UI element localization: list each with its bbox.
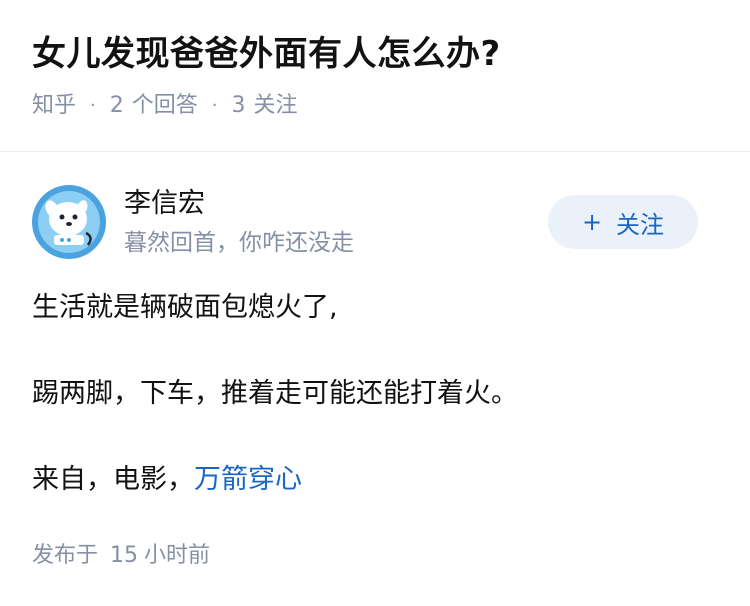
follow-button-label: 关注 xyxy=(616,210,665,239)
answers-count: 2 xyxy=(109,93,124,118)
published-label: 发布于 xyxy=(32,543,99,568)
question-meta: 知乎 · 2 个回答 · 3 关注 xyxy=(32,90,718,122)
author-name[interactable]: 李信宏 xyxy=(124,187,205,221)
content-paragraph: 来自，电影，万箭穿心 xyxy=(32,458,722,502)
source-prefix: 来自，电影， xyxy=(32,464,194,495)
follows-count: 3 xyxy=(231,93,246,118)
plus-icon: + xyxy=(581,208,603,236)
time-unit: 小时前 xyxy=(144,543,211,568)
meta-separator: · xyxy=(90,95,96,116)
publish-time: 发布于 15 小时前 xyxy=(32,540,210,572)
answer-content: 生活就是辆破面包熄火了, 踢两脚，下车，推着走可能还能打着火。 来自，电影，万箭… xyxy=(32,286,722,502)
source-label[interactable]: 知乎 xyxy=(32,90,76,122)
question-header: 女儿发现爸爸外面有人怎么办? 知乎 · 2 个回答 · 3 关注 xyxy=(0,0,750,152)
content-paragraph: 生活就是辆破面包熄火了, xyxy=(32,292,338,323)
movie-link[interactable]: 万箭穿心 xyxy=(194,464,302,495)
author-headline: 暮然回首，你咋还没走 xyxy=(124,230,354,256)
time-value: 15 xyxy=(110,543,139,568)
author-avatar[interactable] xyxy=(32,185,106,259)
avatar-icon xyxy=(32,185,106,259)
content-paragraph: 踢两脚，下车，推着走可能还能打着火。 xyxy=(32,378,518,409)
meta-separator: · xyxy=(211,95,218,116)
question-title[interactable]: 女儿发现爸爸外面有人怎么办? xyxy=(32,30,718,78)
follow-button[interactable]: + 关注 xyxy=(548,195,698,249)
follows-label: 关注 xyxy=(253,93,298,118)
answers-label[interactable]: 个回答 xyxy=(132,90,198,122)
answer-page: 女儿发现爸爸外面有人怎么办? 知乎 · 2 个回答 · 3 关注 李信宏 暮然回… xyxy=(0,0,750,606)
